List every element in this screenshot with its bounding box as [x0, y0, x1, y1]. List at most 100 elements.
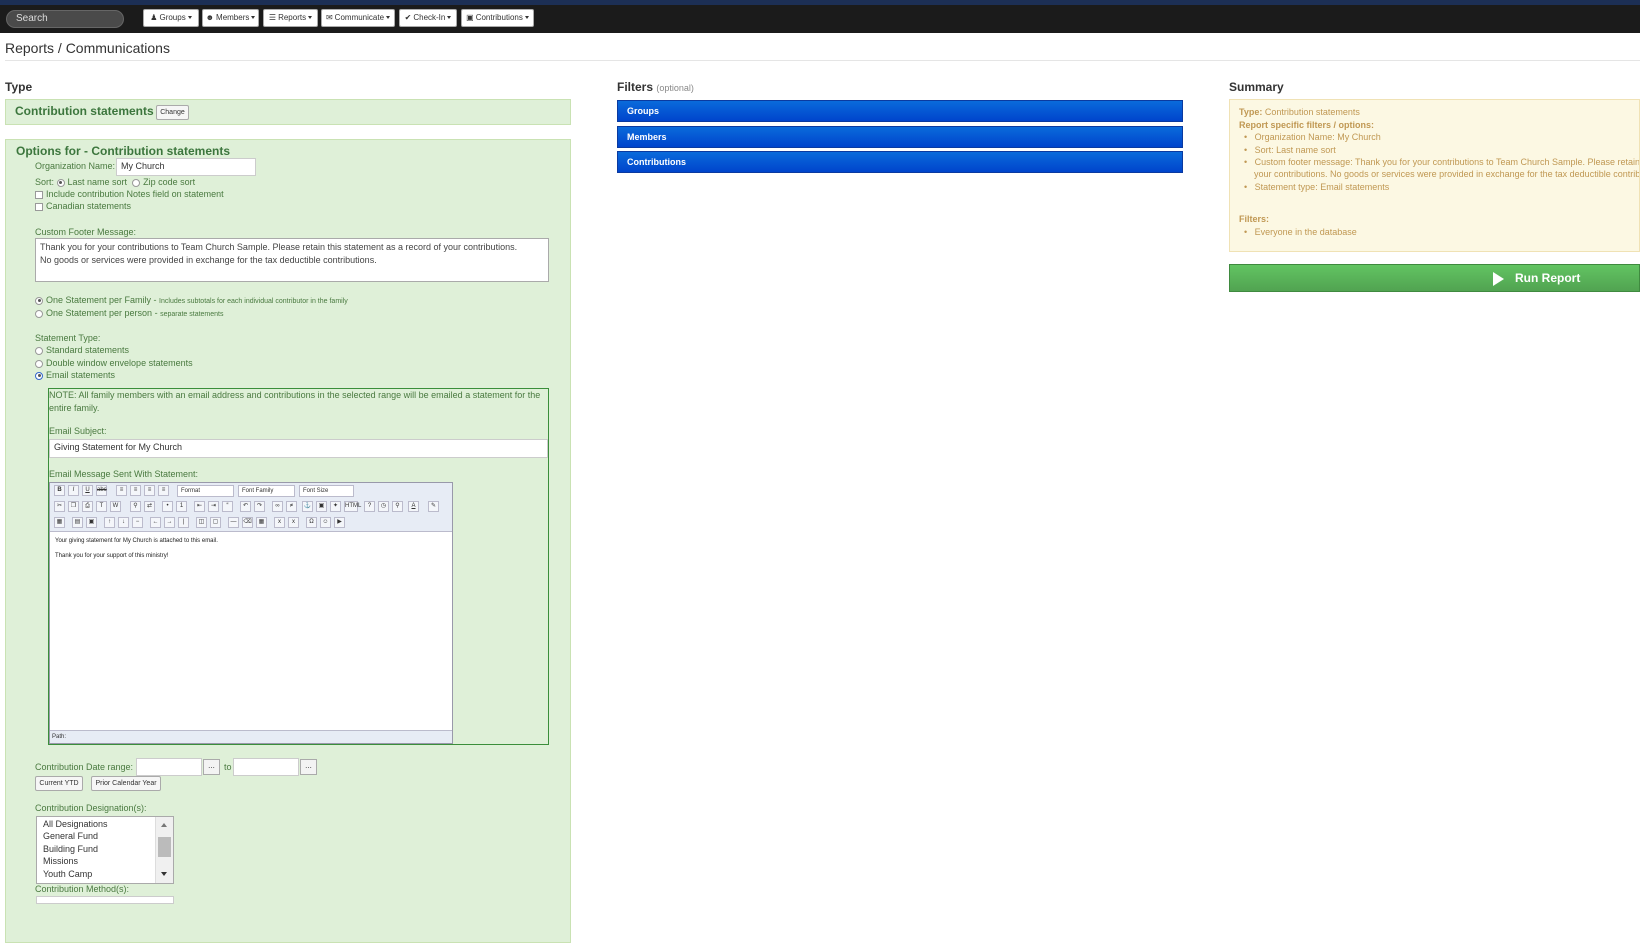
delete-row-icon[interactable]: − [132, 517, 143, 528]
outdent-icon[interactable]: ⇤ [194, 501, 205, 512]
editor-body-line2[interactable]: Thank you for your support of this minis… [55, 553, 168, 559]
insert-date-icon[interactable]: ◷ [378, 501, 389, 512]
remove-format-icon[interactable]: ⌫ [242, 517, 253, 528]
replace-icon[interactable]: ⇄ [144, 501, 155, 512]
copy-icon[interactable]: ❐ [68, 501, 79, 512]
format-select[interactable]: Format [177, 485, 234, 497]
align-right-icon[interactable]: ≡ [144, 485, 155, 496]
special-char-icon[interactable]: Ω [306, 517, 317, 528]
nav-members-menu[interactable]: ☻ Members [202, 9, 259, 27]
standard-radio[interactable] [35, 346, 43, 355]
row-props-icon[interactable]: ▤ [72, 517, 83, 528]
help-icon[interactable]: ? [364, 501, 375, 512]
row-after-icon[interactable]: ↓ [118, 517, 129, 528]
subscript-icon[interactable]: x [274, 517, 285, 528]
per-person-radio[interactable] [35, 309, 43, 318]
find-icon[interactable]: ⚲ [130, 501, 141, 512]
nav-communicate-menu[interactable]: ✉ Communicate [321, 9, 395, 27]
listbox-scrollbar[interactable] [155, 817, 173, 883]
per-family-radio[interactable] [35, 296, 43, 305]
italic-icon[interactable]: I [68, 485, 79, 496]
split-cells-icon[interactable]: ◫ [196, 517, 207, 528]
scroll-up-icon[interactable] [161, 823, 167, 827]
font-size-select[interactable]: Font Size [299, 485, 354, 497]
anchor-icon[interactable]: ⚓ [302, 501, 313, 512]
bold-icon[interactable]: B [54, 485, 65, 496]
redo-icon[interactable]: ↷ [254, 501, 265, 512]
filter-contributions-bar[interactable]: Contributions [617, 151, 1183, 173]
align-left-icon[interactable]: ≡ [116, 485, 127, 496]
cleanup-icon[interactable]: ✦ [330, 501, 341, 512]
sort-last-radio[interactable] [56, 178, 65, 187]
email-radio[interactable] [35, 371, 43, 380]
rich-text-editor[interactable]: B I U abc ≡ ≡ ≡ ≡ Format Font Family Fon… [49, 482, 453, 744]
filter-members-bar[interactable]: Members [617, 126, 1183, 148]
bullet-list-icon[interactable]: • [162, 501, 173, 512]
list-item[interactable]: Building Fund [43, 844, 98, 854]
blockquote-icon[interactable]: “ [222, 501, 233, 512]
strikethrough-icon[interactable]: abc [96, 485, 107, 496]
per-family-option[interactable]: One Statement per Family - Includes subt… [35, 295, 348, 305]
filter-groups-bar[interactable]: Groups [617, 100, 1183, 122]
cell-props-icon[interactable]: ▣ [86, 517, 97, 528]
font-family-select[interactable]: Font Family [238, 485, 295, 497]
link-icon[interactable]: ∞ [272, 501, 283, 512]
list-item[interactable]: All Designations [43, 819, 108, 829]
paste-word-icon[interactable]: W [110, 501, 121, 512]
col-after-icon[interactable]: → [164, 517, 175, 528]
canadian-option[interactable]: Canadian statements [35, 201, 131, 211]
method-listbox[interactable] [36, 896, 174, 904]
merge-cells-icon[interactable]: ▢ [210, 517, 221, 528]
preview-icon[interactable]: ⚲ [392, 501, 403, 512]
search-input[interactable]: Search [6, 10, 124, 28]
nav-reports-menu[interactable]: ☰ Reports [263, 9, 318, 27]
sort-zip-radio[interactable] [132, 178, 141, 187]
table-icon[interactable]: ▦ [54, 517, 65, 528]
text-color-icon[interactable]: A [408, 501, 419, 512]
emoticon-icon[interactable]: ☺ [320, 517, 331, 528]
cut-icon[interactable]: ✂ [54, 501, 65, 512]
col-before-icon[interactable]: ← [150, 517, 161, 528]
double-window-radio[interactable] [35, 359, 43, 368]
unlink-icon[interactable]: ≠ [286, 501, 297, 512]
horizontal-rule-icon[interactable]: — [228, 517, 239, 528]
nav-checkin-menu[interactable]: ✔ Check-In [399, 9, 457, 27]
standard-statements-option[interactable]: Standard statements [35, 345, 129, 355]
nav-contributions-menu[interactable]: ▣ Contributions [461, 9, 534, 27]
delete-col-icon[interactable]: | [178, 517, 189, 528]
row-before-icon[interactable]: ↑ [104, 517, 115, 528]
org-name-input[interactable]: My Church [116, 158, 256, 176]
list-item[interactable]: Missions [43, 856, 78, 866]
per-person-option[interactable]: One Statement per person - separate stat… [35, 308, 224, 318]
date-end-input[interactable] [233, 758, 299, 776]
double-window-option[interactable]: Double window envelope statements [35, 358, 193, 368]
numbered-list-icon[interactable]: 1 [176, 501, 187, 512]
nav-groups-menu[interactable]: ♟ Groups [143, 9, 199, 27]
email-subject-input[interactable]: Giving Statement for My Church [49, 439, 548, 458]
image-icon[interactable]: ▣ [316, 501, 327, 512]
current-ytd-button[interactable]: Current YTD [35, 776, 83, 791]
underline-icon[interactable]: U [82, 485, 93, 496]
footer-message-textarea[interactable]: Thank you for your contributions to Team… [35, 238, 549, 282]
highlight-color-icon[interactable]: ✎ [428, 501, 439, 512]
paste-text-icon[interactable]: T [96, 501, 107, 512]
email-statements-option[interactable]: Email statements [35, 370, 115, 380]
change-type-button[interactable]: Change [156, 105, 189, 120]
include-notes-checkbox[interactable] [35, 190, 43, 199]
scroll-down-icon[interactable] [161, 872, 167, 876]
html-icon[interactable]: HTML [344, 501, 361, 512]
undo-icon[interactable]: ↶ [240, 501, 251, 512]
date-end-picker-button[interactable]: ... [300, 759, 317, 775]
paste-icon[interactable]: ⎙ [82, 501, 93, 512]
list-item[interactable]: Youth Camp [43, 869, 92, 879]
prior-calendar-year-button[interactable]: Prior Calendar Year [91, 776, 161, 791]
superscript-icon[interactable]: x [288, 517, 299, 528]
canadian-checkbox[interactable] [35, 202, 43, 211]
designations-listbox[interactable]: All Designations General Fund Building F… [36, 816, 174, 884]
align-center-icon[interactable]: ≡ [130, 485, 141, 496]
run-report-button[interactable]: Run Report [1229, 264, 1640, 292]
media-icon[interactable]: ▶ [334, 517, 345, 528]
scroll-thumb[interactable] [158, 837, 171, 857]
align-justify-icon[interactable]: ≡ [158, 485, 169, 496]
date-start-picker-button[interactable]: ... [203, 759, 220, 775]
